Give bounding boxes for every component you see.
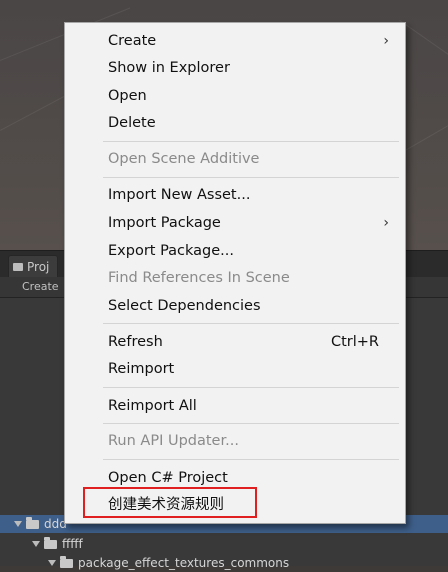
menu-item-reimport[interactable]: Reimport bbox=[65, 357, 405, 381]
chevron-right-icon: › bbox=[383, 33, 389, 49]
menu-item-label: Import Package bbox=[108, 215, 221, 231]
menu-item-import-new-asset[interactable]: Import New Asset... bbox=[65, 183, 405, 207]
menu-item-delete[interactable]: Delete bbox=[65, 111, 405, 135]
tree-row-label: fffff bbox=[62, 537, 83, 551]
menu-item-label: Import New Asset... bbox=[108, 187, 251, 203]
menu-item-create[interactable]: Create › bbox=[65, 29, 405, 53]
expand-arrow-icon[interactable] bbox=[32, 541, 40, 547]
tree-row[interactable]: fffff bbox=[0, 535, 448, 553]
menu-item-label: Select Dependencies bbox=[108, 298, 261, 314]
menu-item-label: Open bbox=[108, 88, 147, 104]
menu-item-run-api-updater[interactable]: Run API Updater... bbox=[65, 429, 405, 453]
expand-arrow-icon[interactable] bbox=[48, 560, 56, 566]
scene-grid-line bbox=[405, 120, 448, 151]
tab-project-label: Proj bbox=[27, 260, 50, 274]
menu-item-export-package[interactable]: Export Package... bbox=[65, 239, 405, 263]
menu-item-shortcut: Ctrl+R bbox=[330, 334, 379, 350]
tree-row-label: package_effect_textures_commons bbox=[78, 556, 290, 570]
create-dropdown[interactable]: Create bbox=[22, 279, 59, 295]
menu-separator bbox=[103, 323, 399, 324]
menu-item-label: Reimport All bbox=[108, 398, 197, 414]
menu-item-label: Create bbox=[108, 33, 157, 49]
tab-project[interactable]: Proj bbox=[8, 255, 59, 278]
menu-separator bbox=[103, 423, 399, 424]
chevron-right-icon: › bbox=[383, 215, 389, 231]
menu-item-label: Refresh bbox=[108, 334, 163, 350]
menu-item-label: Find References In Scene bbox=[108, 270, 290, 286]
scene-grid-line bbox=[399, 20, 448, 56]
menu-item-create-art-resource-rules[interactable]: 创建美术资源规则 bbox=[65, 493, 405, 517]
menu-item-label: Reimport bbox=[108, 361, 175, 377]
menu-item-refresh[interactable]: Refresh Ctrl+R bbox=[65, 330, 405, 354]
menu-item-reimport-all[interactable]: Reimport All bbox=[65, 394, 405, 418]
menu-item-open-scene-additive[interactable]: Open Scene Additive bbox=[65, 147, 405, 171]
folder-icon bbox=[13, 263, 23, 271]
menu-item-label: Show in Explorer bbox=[108, 60, 230, 76]
menu-separator bbox=[103, 387, 399, 388]
menu-item-select-dependencies[interactable]: Select Dependencies bbox=[65, 294, 405, 318]
menu-item-label: 创建美术资源规则 bbox=[108, 497, 224, 513]
tree-row[interactable]: package_effect_textures_commons bbox=[0, 554, 448, 572]
expand-arrow-icon[interactable] bbox=[14, 521, 22, 527]
menu-item-find-references[interactable]: Find References In Scene bbox=[65, 266, 405, 290]
folder-icon bbox=[60, 555, 73, 568]
folder-icon bbox=[44, 536, 57, 549]
menu-item-show-in-explorer[interactable]: Show in Explorer bbox=[65, 56, 405, 80]
menu-item-import-package[interactable]: Import Package › bbox=[65, 211, 405, 235]
folder-icon bbox=[26, 516, 39, 529]
menu-item-label: Open Scene Additive bbox=[108, 151, 260, 167]
menu-item-open[interactable]: Open bbox=[65, 84, 405, 108]
menu-item-label: Delete bbox=[108, 115, 156, 131]
menu-item-label: Run API Updater... bbox=[108, 433, 239, 449]
menu-item-label: Open C# Project bbox=[108, 470, 228, 486]
menu-separator bbox=[103, 459, 399, 460]
menu-separator bbox=[103, 177, 399, 178]
menu-item-open-csharp-project[interactable]: Open C# Project bbox=[65, 466, 405, 490]
menu-separator bbox=[103, 141, 399, 142]
menu-item-label: Export Package... bbox=[108, 243, 235, 259]
context-menu: Create › Show in Explorer Open Delete Op… bbox=[64, 22, 406, 524]
